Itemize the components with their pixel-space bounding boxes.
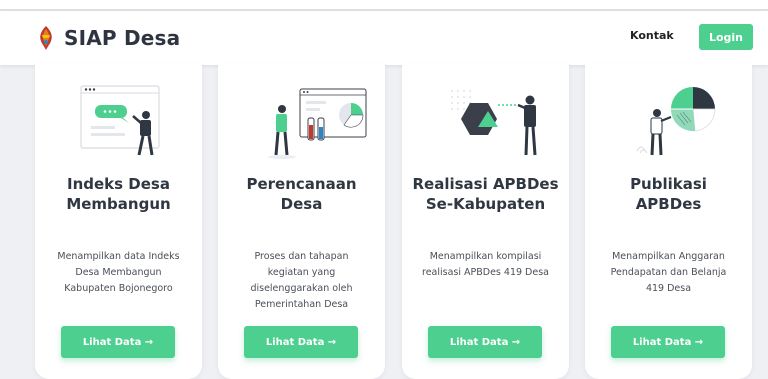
card-title-line: Publikasi [630,175,707,193]
card-description: Menampilkan data Indeks Desa Membangun K… [45,249,192,297]
card-title-line: Realisasi APBDes [412,175,559,193]
card-desc-line: Menampilkan Anggaran [612,251,725,262]
card-description: Proses dan tahapan kegiatan yang diselen… [228,249,375,313]
card-publikasi-apbdes: Publikasi APBDes Menampilkan Anggaran Pe… [585,63,752,379]
card-desc-line: Menampilkan kompilasi [429,251,542,262]
card-title-line: Membangun [66,195,171,213]
siap-desa-logo-icon [40,26,52,50]
lihat-data-button[interactable]: Lihat Data → [611,326,725,358]
login-button[interactable]: Login [699,24,753,50]
card-indeks-desa: Indeks Desa Membangun Menampilkan data I… [35,63,202,379]
card-realisasi-apbdes: Realisasi APBDes Se-Kabupaten Menampilka… [402,63,569,379]
top-edge [0,0,768,9]
card-description: Menampilkan Anggaran Pendapatan dan Bela… [595,249,742,297]
card-title-line: Desa [280,195,323,213]
chat-message-illustration-icon [80,85,160,156]
lihat-data-button[interactable]: Lihat Data → [428,326,542,358]
card-perencanaan-desa: Perencanaan Desa Proses dan tahapan kegi… [218,63,385,379]
card-desc-line: Pemerintahan Desa [254,299,349,310]
card-desc-line: diselenggarakan oleh [250,283,353,294]
card-desc-line: Pendapatan dan Belanja [610,267,727,278]
brand-name: SIAP Desa [64,26,181,50]
navbar: SIAP Desa Kontak Login [0,9,768,65]
card-title-line: Se-Kabupaten [425,195,546,213]
card-desc-line: Desa Membangun [75,267,162,278]
pie-chart-illustration-icon [636,87,716,156]
lihat-data-button[interactable]: Lihat Data → [244,326,358,358]
card-title-line: APBDes [635,195,702,213]
card-title: Realisasi APBDes Se-Kabupaten [402,174,569,214]
card-title-line: Perencanaan [246,175,357,193]
hexagon-analysis-illustration-icon [451,90,537,156]
card-desc-line: Kabupaten Bojonegoro [64,283,173,294]
card-title-line: Indeks Desa [67,175,170,193]
card-desc-line: Proses dan tahapan [254,251,349,262]
card-desc-line: kegiatan yang [267,267,336,278]
nav-link-kontak[interactable]: Kontak [630,29,674,42]
lihat-data-button[interactable]: Lihat Data → [61,326,175,358]
card-desc-line: realisasi APBDes 419 Desa [422,267,549,278]
card-description: Menampilkan kompilasi realisasi APBDes 4… [412,249,559,281]
card-title: Indeks Desa Membangun [35,174,202,214]
card-desc-line: 419 Desa [645,283,692,294]
planning-dashboard-illustration-icon [268,88,367,159]
brand[interactable]: SIAP Desa [36,23,180,53]
card-desc-line: Menampilkan data Indeks [57,251,180,262]
card-title: Publikasi APBDes [585,174,752,214]
card-title: Perencanaan Desa [218,174,385,214]
